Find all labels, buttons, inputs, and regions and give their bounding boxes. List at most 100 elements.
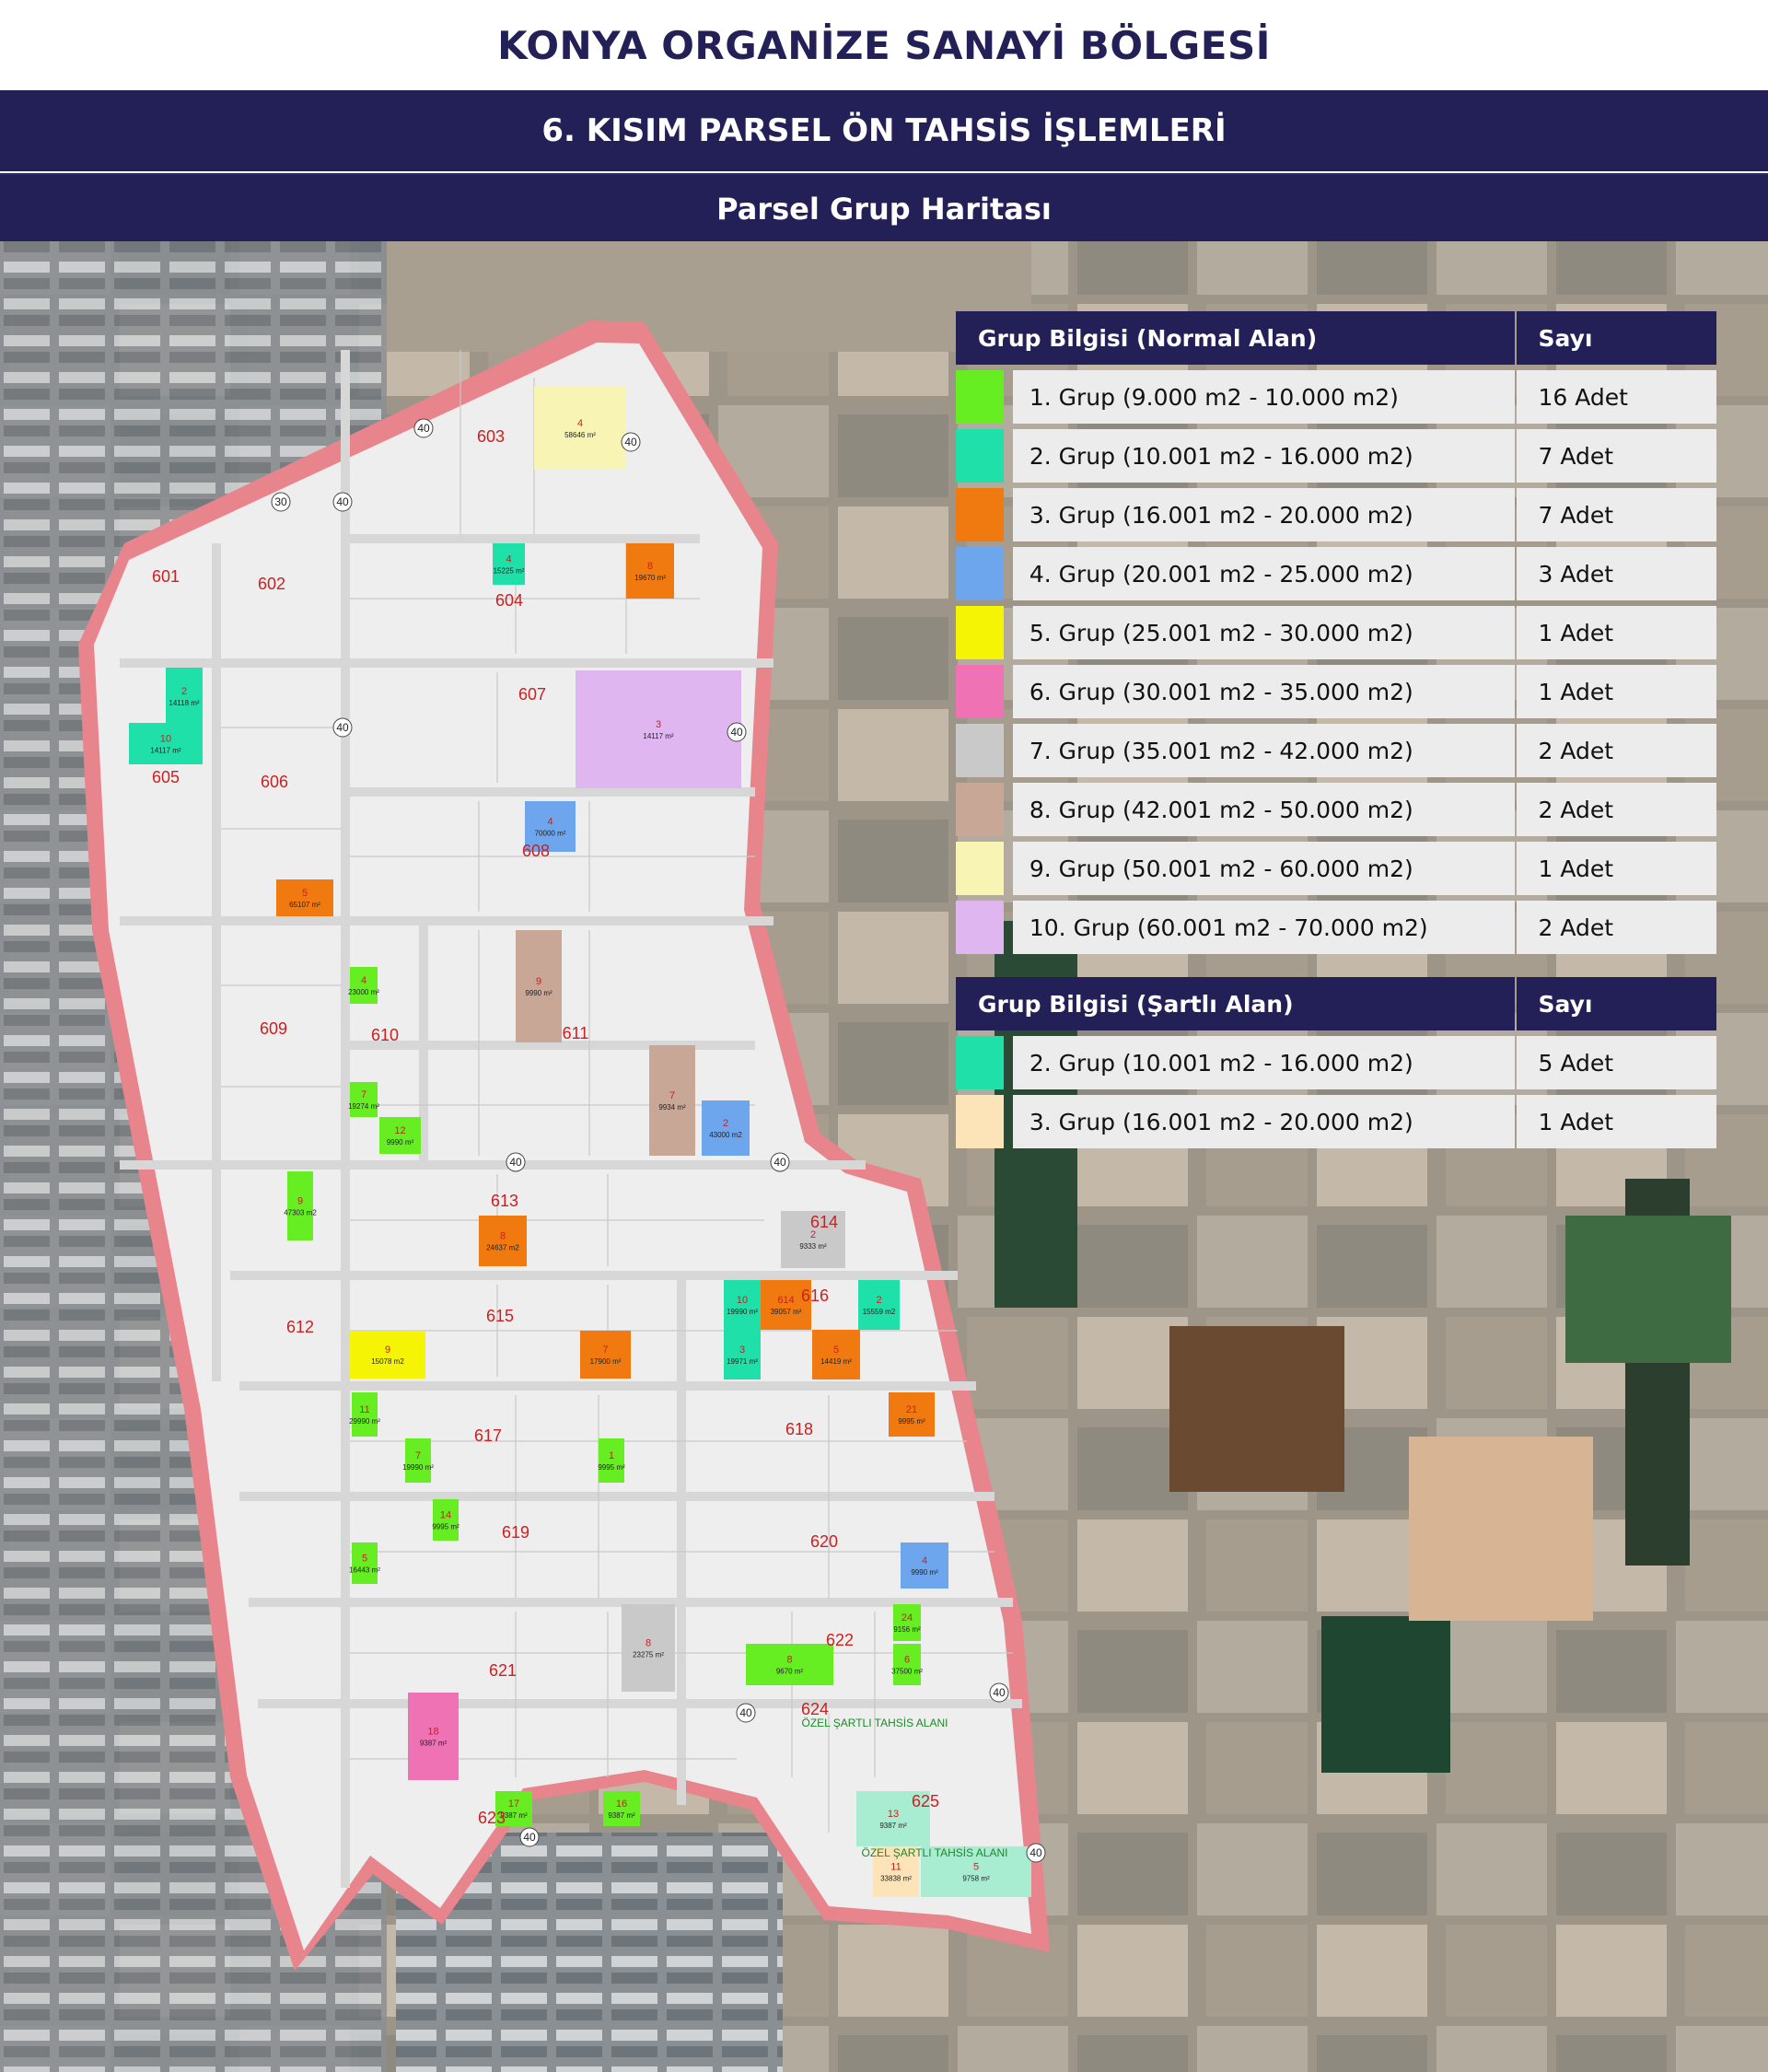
parcel-number: 614 xyxy=(777,1295,794,1306)
legend-color-swatch xyxy=(956,665,1004,718)
parcel-number: 17 xyxy=(508,1798,519,1810)
parcel-number: 11 xyxy=(359,1404,369,1415)
parcel-number: 2 xyxy=(181,686,187,697)
road-label: 40 xyxy=(336,495,349,508)
legend-row: 8. Grup (42.001 m2 - 50.000 m2) 2 Adet xyxy=(956,783,1716,836)
parcel-number: 12 xyxy=(394,1125,405,1136)
parcel-area: 23275 m² xyxy=(633,1651,664,1659)
legend-conditional-rows: 2. Grup (10.001 m2 - 16.000 m2) 5 Adet 3. … xyxy=(956,1036,1716,1148)
parcel-number: 11 xyxy=(890,1862,901,1873)
parcel-number: 9 xyxy=(297,1196,303,1207)
parcel-number: 7 xyxy=(361,1089,366,1100)
block-label-607: 607 xyxy=(518,685,546,704)
parcel-area: 43000 m2 xyxy=(709,1131,742,1139)
parcel-area: 9990 m² xyxy=(525,989,552,997)
block-label-624: 624 xyxy=(801,1700,829,1718)
parcel-number: 4 xyxy=(361,975,366,986)
legend-row: 2. Grup (10.001 m2 - 16.000 m2) 7 Adet xyxy=(956,429,1716,483)
parcel-number: 5 xyxy=(973,1862,979,1873)
parcel-area: 9990 m² xyxy=(387,1138,414,1147)
block-label-617: 617 xyxy=(474,1426,502,1445)
special-area-label: ÖZEL ŞARTLI TAHSİS ALANI xyxy=(802,1717,948,1729)
parcel-number: 21 xyxy=(906,1404,917,1415)
block-label-622: 622 xyxy=(826,1631,854,1649)
road-label: 40 xyxy=(509,1156,522,1169)
block-label-603: 603 xyxy=(477,427,505,446)
legend-normal-rows: 1. Grup (9.000 m2 - 10.000 m2) 16 Adet 2. … xyxy=(956,370,1716,954)
legend-color-swatch xyxy=(956,1095,1004,1148)
parcel-number: 7 xyxy=(415,1450,421,1461)
parcel-area: 9387 m² xyxy=(420,1740,448,1748)
block-label-604: 604 xyxy=(495,591,523,610)
legend-normal-header: Grup Bilgisi (Normal Alan) Sayı xyxy=(956,311,1716,365)
parcel-area: 14117 m² xyxy=(643,732,674,740)
parcel-number: 9 xyxy=(385,1344,390,1356)
legend-color-swatch xyxy=(956,429,1004,483)
legend-color-swatch xyxy=(956,606,1004,659)
legend-color-swatch xyxy=(956,1036,1004,1089)
block-label-621: 621 xyxy=(489,1661,517,1680)
block-label-620: 620 xyxy=(810,1532,838,1551)
page-title: KONYA ORGANİZE SANAYİ BÖLGESİ xyxy=(497,22,1271,68)
legend-color-swatch xyxy=(956,724,1004,777)
parcel-area: 9670 m² xyxy=(776,1668,804,1676)
parcel-area: 65107 m² xyxy=(289,901,320,909)
legend-group-count: 16 Adet xyxy=(1516,370,1716,424)
parcel-area: 58646 m² xyxy=(564,431,596,439)
parcel-area: 9387 m² xyxy=(879,1822,907,1830)
parcel-number: 14 xyxy=(440,1510,451,1521)
parcel-number: 4 xyxy=(577,418,583,429)
legend-group-count: 1 Adet xyxy=(1516,1095,1716,1148)
legend-row: 5. Grup (25.001 m2 - 30.000 m2) 1 Adet xyxy=(956,606,1716,659)
parcel-area: 9387 m² xyxy=(608,1811,635,1820)
section-banner: Parsel Grup Haritası xyxy=(0,173,1768,243)
legend-group-label: 3. Grup (16.001 m2 - 20.000 m2) xyxy=(1012,488,1515,541)
parcel-number: 1 xyxy=(609,1450,614,1461)
parcel-area: 39057 m² xyxy=(771,1308,802,1316)
parcel-area: 19274 m² xyxy=(348,1102,379,1111)
block-label-612: 612 xyxy=(286,1318,314,1336)
legend-row: 10. Grup (60.001 m2 - 70.000 m2) 2 Adet xyxy=(956,901,1716,954)
block-label-609: 609 xyxy=(260,1019,287,1038)
parcel-number: 6 xyxy=(904,1655,910,1666)
parcel-area: 9758 m² xyxy=(962,1875,990,1883)
parcel-area: 19670 m² xyxy=(634,574,666,582)
legend-normal-header-count: Sayı xyxy=(1516,311,1716,365)
parcel-number: 10 xyxy=(737,1295,748,1306)
parcel-area: 9995 m² xyxy=(898,1417,925,1426)
legend-row: 7. Grup (35.001 m2 - 42.000 m2) 2 Adet xyxy=(956,724,1716,777)
parcel-area: 19990 m² xyxy=(402,1463,434,1472)
parcel-area: 14419 m² xyxy=(820,1357,852,1366)
legend-color-swatch xyxy=(956,370,1004,424)
road-label: 40 xyxy=(993,1686,1006,1699)
parcel-number: 4 xyxy=(922,1555,927,1566)
road-label: 40 xyxy=(336,721,349,734)
road-label: 40 xyxy=(624,436,637,448)
block-label-610: 610 xyxy=(371,1026,399,1044)
block-label-623: 623 xyxy=(478,1809,506,1827)
legend-row: 3. Grup (16.001 m2 - 20.000 m2) 7 Adet xyxy=(956,488,1716,541)
legend-group-label: 7. Grup (35.001 m2 - 42.000 m2) xyxy=(1012,724,1515,777)
legend-color-swatch xyxy=(956,488,1004,541)
road-label: 40 xyxy=(774,1156,786,1169)
field-brown-1 xyxy=(1169,1326,1344,1492)
legend-group-label: 6. Grup (30.001 m2 - 35.000 m2) xyxy=(1012,665,1515,718)
legend-group-count: 7 Adet xyxy=(1516,429,1716,483)
parcel-number: 10 xyxy=(160,734,171,745)
legend-group-count: 2 Adet xyxy=(1516,783,1716,836)
parcel-number: 2 xyxy=(723,1118,728,1129)
parcel-area: 19971 m² xyxy=(727,1357,758,1366)
parcel-area: 24637 m2 xyxy=(486,1244,519,1252)
legend-group-count: 5 Adet xyxy=(1516,1036,1716,1089)
road-label: 40 xyxy=(1029,1846,1042,1859)
field-tan-1 xyxy=(1409,1437,1593,1621)
block-label-616: 616 xyxy=(801,1286,829,1305)
parcel-number: 5 xyxy=(833,1344,839,1356)
parcel-area: 9995 m² xyxy=(432,1523,459,1531)
parcel-number: 5 xyxy=(362,1554,367,1565)
legend-conditional-area: Grup Bilgisi (Şartlı Alan) Sayı 2. Grup … xyxy=(956,977,1716,1148)
parcel-area: 17900 m² xyxy=(590,1357,622,1366)
road-label: 40 xyxy=(739,1706,752,1719)
parcel-area: 15078 m2 xyxy=(371,1357,404,1366)
parcel-area: 23000 m² xyxy=(348,988,379,996)
